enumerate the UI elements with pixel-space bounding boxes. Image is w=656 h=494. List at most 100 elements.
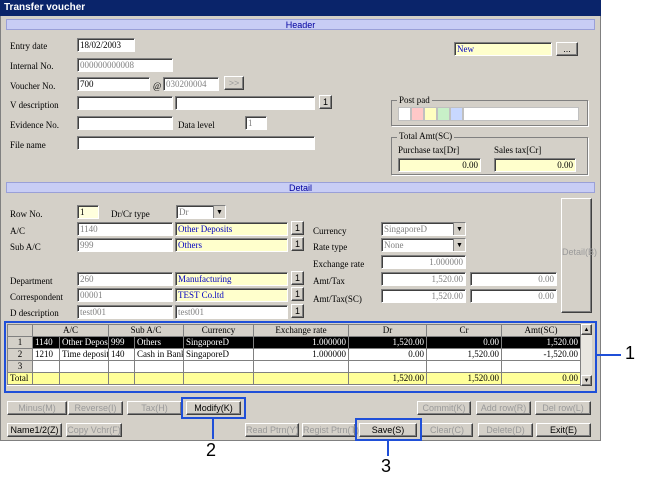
d-description-lookup-button[interactable]: 1 — [291, 304, 304, 318]
callout-line-2 — [212, 419, 214, 439]
copy-vchr-button[interactable]: Copy Vchr(F) — [66, 423, 122, 437]
drcr-type-select[interactable]: Dr ▼ — [176, 205, 226, 219]
ac-lookup-button[interactable]: 1 — [291, 221, 304, 235]
data-level-label: Data level — [178, 120, 215, 130]
callout-line-3 — [387, 441, 389, 456]
correspondent-label: Correspondent — [10, 292, 63, 302]
v-description-lookup-button[interactable]: 1 — [319, 95, 332, 109]
sub-ac-lookup-button[interactable]: 1 — [291, 237, 304, 251]
tax-button[interactable]: Tax(H) — [127, 401, 182, 415]
sales-tax-field: 0.00 — [494, 158, 576, 172]
v-description-field-1[interactable] — [77, 96, 173, 110]
callout-label-1: 1 — [625, 343, 636, 363]
clear-button[interactable]: Clear(C) — [421, 423, 473, 437]
currency-value: SingaporeD — [384, 224, 427, 234]
amt-tax-sc-label: Amt/Tax(SC) — [313, 294, 362, 304]
drcr-type-value: Dr — [179, 207, 189, 217]
file-name-label: File name — [10, 140, 46, 150]
currency-select[interactable]: SingaporeD ▼ — [381, 222, 466, 236]
read-ptrn-button[interactable]: Read Ptrn(Y) — [245, 423, 299, 437]
ac-name-field: Other Deposits — [175, 222, 288, 236]
row-no-field[interactable]: 1 — [77, 205, 99, 219]
post-pad-swatch[interactable] — [424, 107, 437, 121]
sales-tax-label: Sales tax[Cr] — [494, 145, 542, 155]
ac-label: A/C — [10, 226, 26, 236]
post-pad-swatch[interactable] — [463, 107, 579, 121]
callout-box-modify — [181, 397, 246, 419]
amt-sc-field: 1,520.00 — [381, 289, 466, 303]
exchange-rate-label: Exchange rate — [313, 259, 365, 269]
correspondent-lookup-button[interactable]: 1 — [291, 287, 304, 301]
callout-box-grid — [4, 321, 597, 393]
department-lookup-button[interactable]: 1 — [291, 271, 304, 285]
status-browse-button[interactable]: ... — [556, 42, 578, 56]
d-description-field-2[interactable]: test001 — [175, 305, 288, 319]
data-level-field: 1 — [245, 116, 267, 130]
correspondent-code-field[interactable]: 00001 — [77, 288, 173, 302]
post-pad-swatch[interactable] — [450, 107, 463, 121]
exchange-rate-field[interactable]: 1.000000 — [381, 255, 466, 269]
callout-line-1 — [597, 354, 621, 356]
evidence-no-field[interactable] — [77, 116, 173, 130]
voucher-no-field: 030200004 — [163, 77, 219, 91]
sub-ac-name-field: Others — [175, 238, 288, 252]
v-description-label: V description — [10, 100, 59, 110]
delete-button[interactable]: Delete(D) — [478, 423, 533, 437]
voucher-next-button[interactable]: >> — [224, 76, 244, 90]
tax-field[interactable]: 0.00 — [470, 272, 557, 286]
department-code-field[interactable]: 260 — [77, 272, 173, 286]
sub-ac-label: Sub A/C — [10, 242, 41, 252]
rate-type-value: None — [384, 240, 404, 250]
evidence-no-label: Evidence No. — [10, 120, 59, 130]
d-description-field-1[interactable]: test001 — [77, 305, 173, 319]
row-no-label: Row No. — [10, 209, 43, 219]
department-label: Department — [10, 276, 53, 286]
purchase-tax-label: Purchase tax[Dr] — [398, 145, 460, 155]
del-row-button[interactable]: Del row(L) — [535, 401, 591, 415]
internal-no-field: 000000000008 — [77, 58, 173, 72]
ac-code-field[interactable]: 1140 — [77, 222, 173, 236]
amt-field[interactable]: 1,520.00 — [381, 272, 466, 286]
chevron-down-icon: ▼ — [213, 206, 225, 218]
chevron-down-icon: ▼ — [453, 239, 465, 251]
rate-type-label: Rate type — [313, 242, 348, 252]
post-pad-swatch[interactable] — [411, 107, 424, 121]
voucher-prefix-field[interactable]: 700 — [77, 77, 150, 91]
drcr-type-label: Dr/Cr type — [111, 209, 150, 219]
internal-no-label: Internal No. — [10, 61, 54, 71]
post-pad-label: Post pad — [397, 95, 432, 105]
regist-ptrn-button[interactable]: Regist Ptrn(T) — [302, 423, 359, 437]
post-pad-swatches — [398, 107, 579, 121]
d-description-label: D description — [10, 308, 59, 318]
v-description-field-2[interactable] — [175, 96, 315, 110]
window-title: Transfer voucher — [0, 0, 601, 16]
amt-tax-label: Amt/Tax — [313, 276, 345, 286]
entry-date-field[interactable]: 18/02/2003 — [77, 38, 135, 52]
department-name-field: Manufacturing — [175, 272, 288, 286]
add-row-button[interactable]: Add row(R) — [476, 401, 531, 415]
status-field: New — [454, 42, 552, 56]
reverse-button[interactable]: Reverse(I) — [68, 401, 123, 415]
file-name-field[interactable] — [77, 136, 315, 150]
sub-ac-code-field[interactable]: 999 — [77, 238, 173, 252]
entry-date-label: Entry date — [10, 41, 48, 51]
total-amt-label: Total Amt(SC) — [397, 131, 455, 141]
callout-label-3: 3 — [381, 456, 392, 476]
rate-type-select[interactable]: None ▼ — [381, 238, 466, 252]
currency-label: Currency — [313, 226, 347, 236]
commit-button[interactable]: Commit(K) — [417, 401, 471, 415]
callout-box-save — [355, 418, 422, 441]
post-pad-swatch[interactable] — [437, 107, 450, 121]
header-section-bar: Header — [6, 19, 595, 30]
detail-button[interactable]: Detail(B) — [561, 198, 597, 313]
post-pad-swatch[interactable] — [398, 107, 411, 121]
name12-button[interactable]: Name1/2(Z) — [7, 423, 62, 437]
exit-button[interactable]: Exit(E) — [536, 423, 591, 437]
purchase-tax-field: 0.00 — [398, 158, 481, 172]
voucher-at-label: @ — [153, 81, 162, 91]
chevron-down-icon: ▼ — [453, 223, 465, 235]
tax-sc-field: 0.00 — [470, 289, 557, 303]
detail-section-bar: Detail — [6, 182, 595, 193]
minus-button[interactable]: Minus(M) — [7, 401, 67, 415]
callout-label-2: 2 — [206, 440, 217, 460]
